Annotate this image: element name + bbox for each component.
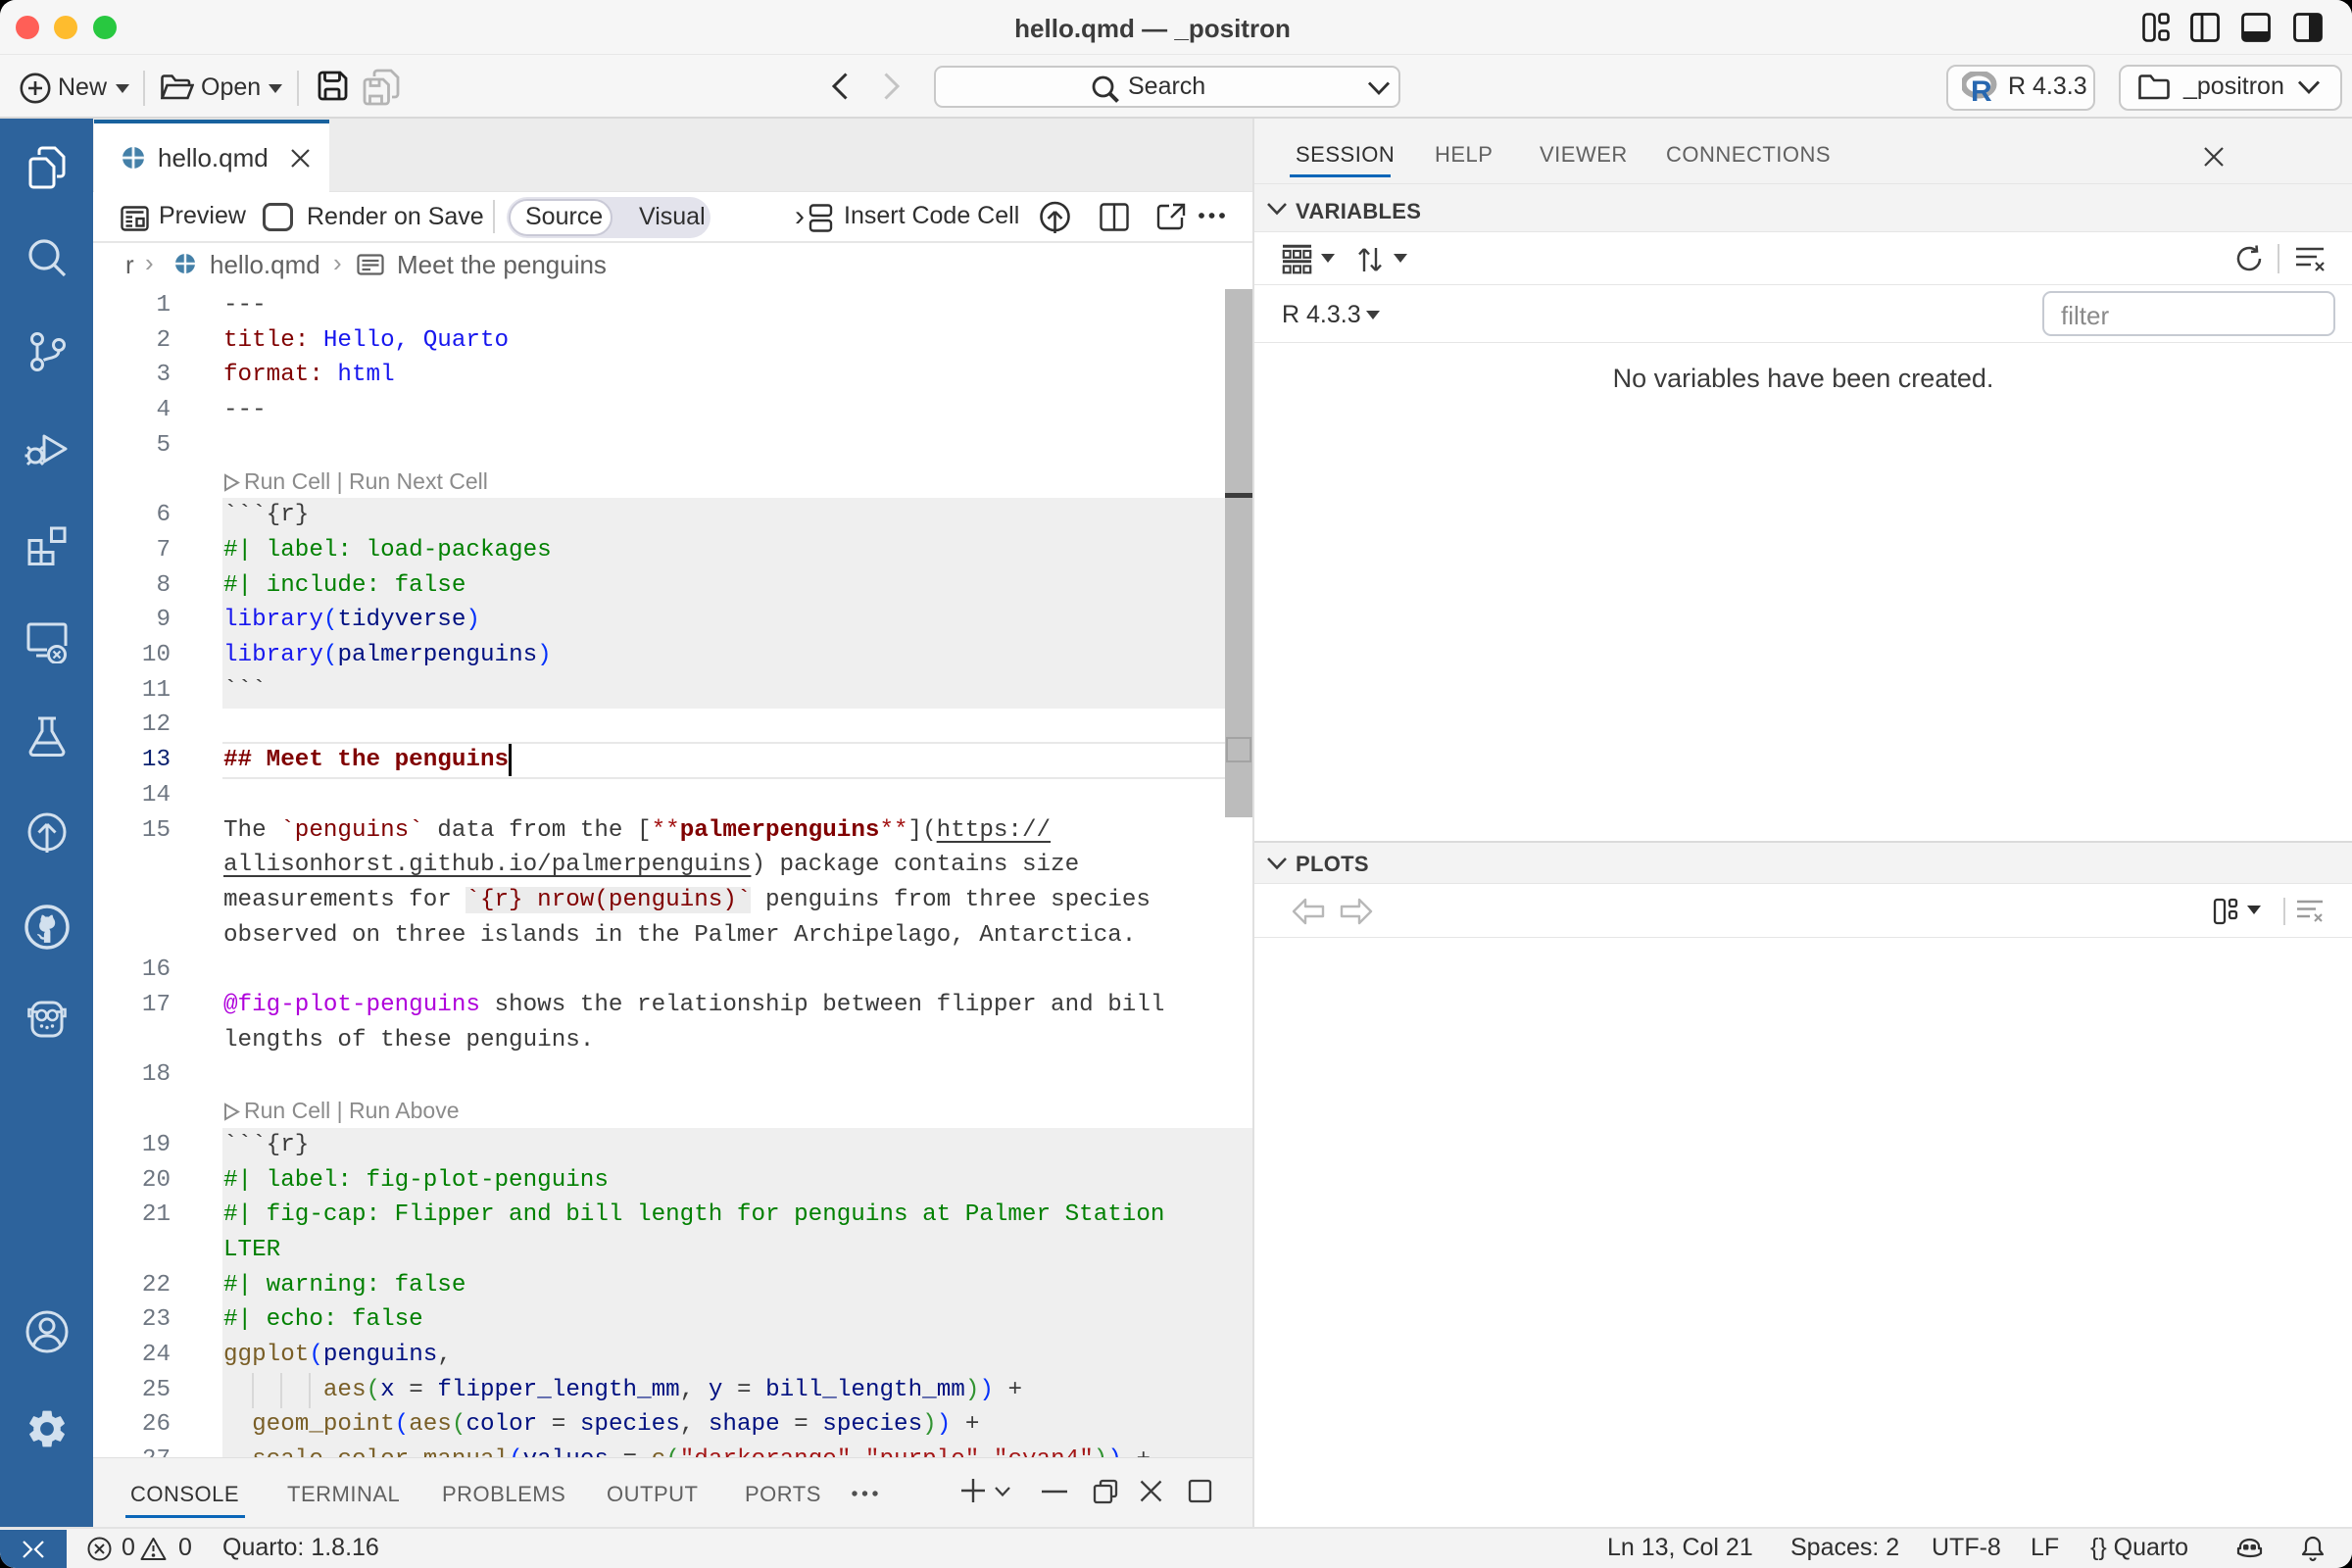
svg-text:R: R bbox=[1971, 75, 1992, 103]
